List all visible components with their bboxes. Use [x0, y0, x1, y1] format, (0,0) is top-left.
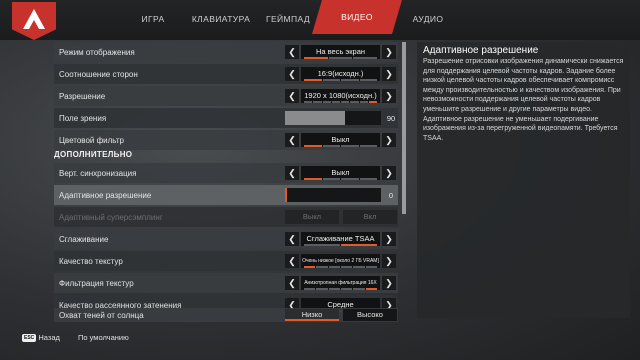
slider-fill: [285, 111, 345, 125]
back-button[interactable]: ESC Назад: [22, 333, 60, 343]
setting-resolution: Разрешение ❮ 1920 x 1080(исходн.) ❯: [54, 86, 398, 106]
logo-icon: [23, 9, 45, 29]
prev-arrow-button[interactable]: ❮: [285, 166, 299, 180]
tab-audio[interactable]: АУДИО: [404, 8, 452, 30]
apex-logo: [12, 2, 56, 40]
esc-key-icon: ESC: [22, 334, 37, 343]
back-label: Назад: [38, 333, 60, 342]
tab-game[interactable]: ИГРА: [128, 8, 178, 30]
next-arrow-button[interactable]: ❯: [382, 45, 396, 59]
setting-adaptive-resolution: Адаптивное разрешение 0: [54, 185, 398, 205]
next-arrow-button[interactable]: ❯: [382, 89, 396, 103]
section-title-advanced: ДОПОЛНИТЕЛЬНО: [54, 150, 133, 159]
setting-label: Поле зрения: [59, 114, 107, 123]
prev-arrow-button[interactable]: ❮: [285, 67, 299, 81]
tab-keyboard[interactable]: КЛАВИАТУРА: [188, 8, 254, 30]
slider-value: 0: [388, 191, 394, 200]
prev-arrow-button[interactable]: ❮: [285, 89, 299, 103]
adaptive-resolution-slider[interactable]: [285, 188, 381, 202]
settings-scrollbar[interactable]: [402, 42, 406, 214]
tab-gamepad[interactable]: ГЕЙМПАД: [260, 8, 316, 30]
next-arrow-button[interactable]: ❯: [382, 166, 396, 180]
setting-label: Качество текстур: [59, 257, 123, 266]
setting-adaptive-supersampling: Адаптивный суперсэмплинг Выкл Вкл: [54, 207, 398, 227]
option-ticks: [304, 266, 377, 268]
next-arrow-button[interactable]: ❯: [382, 67, 396, 81]
option-on-button[interactable]: Вкл: [343, 210, 397, 224]
option-high-button[interactable]: Высоко: [343, 309, 397, 321]
option-low-button[interactable]: Низко: [285, 309, 339, 321]
slider-value: 90: [386, 114, 396, 123]
setting-label: Цветовой фильтр: [59, 136, 124, 145]
option-ticks: [304, 178, 377, 180]
next-arrow-button[interactable]: ❯: [382, 276, 396, 290]
next-arrow-button[interactable]: ❯: [382, 133, 396, 147]
setting-aspect-ratio: Соотношение сторон ❮ 16:9(исходн.) ❯: [54, 64, 398, 84]
setting-label: Адаптивный суперсэмплинг: [59, 213, 163, 222]
info-panel: Адаптивное разрешение Разрешение отрисов…: [417, 42, 630, 318]
setting-display-mode: Режим отображения ❮ На весь экран ❯: [54, 42, 398, 62]
setting-color-filter: Цветовой фильтр ❮ Выкл ❯: [54, 130, 398, 150]
setting-texture-filtering: Фильтрация текстур ❮ Анизотропная фильтр…: [54, 273, 398, 293]
setting-label: Фильтрация текстур: [59, 279, 134, 288]
setting-label: Режим отображения: [59, 48, 135, 57]
fov-slider[interactable]: [285, 111, 381, 125]
option-ticks: [304, 288, 377, 290]
option-off-button[interactable]: Выкл: [285, 210, 339, 224]
setting-label: Охват теней от солнца: [59, 311, 144, 320]
tab-video[interactable]: ВИДЕО: [312, 0, 402, 34]
prev-arrow-button[interactable]: ❮: [285, 232, 299, 246]
setting-antialiasing: Сглаживание ❮ Сглаживание TSAA ❯: [54, 229, 398, 249]
prev-arrow-button[interactable]: ❮: [285, 45, 299, 59]
setting-label: Верт. синхронизация: [59, 169, 137, 178]
next-arrow-button[interactable]: ❯: [382, 232, 396, 246]
option-ticks: [304, 244, 377, 246]
setting-sun-shadows: Охват теней от солнца Низко Высоко: [54, 308, 398, 322]
setting-texture-quality: Качество текстур ❮ Очень низкое [около 2…: [54, 251, 398, 271]
setting-label: Сглаживание: [59, 235, 109, 244]
info-description: Разрешение отрисовки изображения динамич…: [423, 58, 624, 142]
prev-arrow-button[interactable]: ❮: [285, 133, 299, 147]
option-ticks: [304, 79, 377, 81]
option-ticks: [304, 57, 378, 59]
defaults-label: По умолчанию: [78, 333, 129, 342]
info-title: Адаптивное разрешение: [423, 45, 539, 56]
top-bar: ИГРА КЛАВИАТУРА ГЕЙМПАД ВИДЕО АУДИО: [0, 0, 640, 40]
prev-arrow-button[interactable]: ❮: [285, 276, 299, 290]
slider-fill: [285, 188, 287, 202]
next-arrow-button[interactable]: ❯: [382, 254, 396, 268]
setting-vsync: Верт. синхронизация ❮ Выкл ❯: [54, 163, 398, 183]
setting-label: Адаптивное разрешение: [59, 191, 152, 200]
setting-fov: Поле зрения 90: [54, 108, 398, 128]
option-ticks: [304, 101, 377, 103]
reset-defaults-button[interactable]: По умолчанию: [78, 333, 129, 342]
option-ticks: [304, 145, 377, 147]
prev-arrow-button[interactable]: ❮: [285, 254, 299, 268]
setting-label: Разрешение: [59, 92, 106, 101]
setting-label: Соотношение сторон: [59, 70, 138, 79]
